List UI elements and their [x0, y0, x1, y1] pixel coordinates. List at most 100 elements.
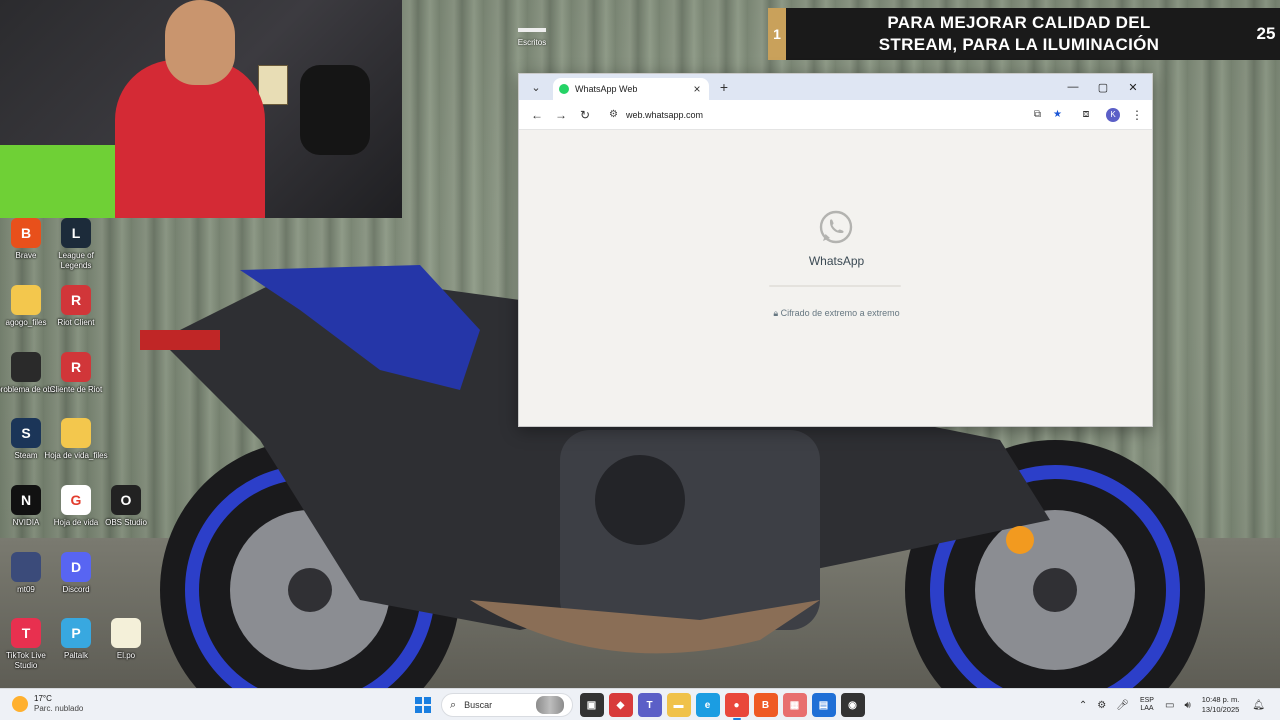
paltalk-icon: P — [61, 618, 91, 648]
tab-bar: ⌄ WhatsApp Web × + — ▢ ✕ — [519, 74, 1152, 100]
new-tab-button[interactable]: + — [715, 79, 733, 95]
taskbar-app-task-view-icon[interactable]: ▣ — [579, 693, 604, 717]
microphone-icon[interactable]: 🎤︎ — [1116, 700, 1129, 711]
desktop-icon-tiktok-live-studio[interactable]: T TikTok Live Studio — [0, 618, 52, 671]
nvidia-icon: N — [11, 485, 41, 515]
taskbar-app-obs-icon[interactable]: ◉ — [840, 693, 865, 717]
steam-icon: S — [11, 418, 41, 448]
tray-app-icon[interactable]: ⚙ — [1097, 700, 1106, 711]
search-placeholder: Buscar — [464, 700, 493, 710]
brave-icon: B — [11, 218, 41, 248]
lang-line-1: ESP — [1139, 697, 1154, 704]
taskbar-app-store-icon[interactable]: ▤ — [811, 693, 836, 717]
show-hidden-icons-icon[interactable]: ⌃ — [1079, 700, 1087, 711]
search-icon: ⌕ — [450, 698, 457, 711]
desktop-icon-discord[interactable]: D Discord — [50, 552, 102, 595]
desktop-icon-league-of-legends[interactable]: L League of Legends — [50, 218, 102, 271]
taskbar-app-chrome-icon[interactable]: ● — [724, 693, 749, 720]
obs-studio-icon: O — [111, 485, 141, 515]
weather-temp: 17°C — [34, 694, 52, 703]
close-window-button[interactable]: ✕ — [1118, 74, 1148, 100]
notifications-icon[interactable]: 🔔︎ — [1252, 700, 1265, 711]
tab-search-chevron-icon[interactable]: ⌄ — [525, 76, 547, 98]
browser-toolbar: ← → ↻ ⚙ web.whatsapp.com ⧉ ★ ⧈ K ⋮ — [519, 100, 1152, 130]
encryption-text: Cifrado de extremo a extremo — [780, 308, 900, 318]
banner-line-1: PARA MEJORAR CALIDAD DEL — [887, 13, 1151, 32]
reload-button[interactable]: ↻ — [573, 103, 597, 127]
tab-title: WhatsApp Web — [575, 84, 638, 94]
browser-menu-icon[interactable]: ⋮ — [1128, 108, 1146, 122]
webcam-overlay — [0, 0, 402, 218]
taskbar-app-edge-icon[interactable]: e — [695, 693, 720, 717]
clock[interactable]: 10:48 p. m. 13/10/2025 — [1202, 695, 1240, 715]
desktop-icon-obs-studio[interactable]: O OBS Studio — [100, 485, 152, 528]
whatsapp-favicon-icon — [559, 84, 569, 94]
weather-desc: Parc. nublado — [34, 704, 84, 713]
taskbar-search[interactable]: ⌕ Buscar — [441, 693, 573, 717]
desktop-icon-label: Escritos — [517, 38, 547, 47]
search-highlight-icon — [536, 696, 564, 714]
system-tray: ⌃ ⚙ 🎤︎ ESP LAA ▭ 🔊︎ 10:48 p. m. 13/10/20… — [1074, 689, 1270, 720]
lang-line-2: LAA — [1140, 705, 1154, 712]
tab-whatsapp-web[interactable]: WhatsApp Web × — [553, 78, 709, 100]
desktop-icon-label: Cliente de Riot — [49, 385, 103, 394]
weather-widget[interactable]: 17°C Parc. nublado — [12, 694, 83, 714]
site-info-icon[interactable]: ⚙ — [609, 109, 618, 120]
window-controls: — ▢ ✕ — [1058, 74, 1148, 100]
whatsapp-title: WhatsApp — [808, 254, 865, 268]
desktop-icon-label: El.po — [116, 651, 136, 660]
desktop-icon-cliente-de-riot[interactable]: R Cliente de Riot — [50, 352, 102, 395]
profile-avatar[interactable]: K — [1106, 107, 1120, 122]
desktop-icon-label: Discord — [62, 585, 90, 594]
volume-icon[interactable]: 🔊︎ — [1184, 700, 1190, 711]
desktop-icon-riot-client[interactable]: R Riot Client — [50, 285, 102, 328]
maximize-button[interactable]: ▢ — [1088, 74, 1118, 100]
desktop-icon-el-po[interactable]: El.po — [100, 618, 152, 661]
problema-de-obs-icon — [11, 352, 41, 382]
loading-progress-bar — [769, 285, 901, 287]
install-app-icon[interactable]: ⧉ — [1034, 109, 1041, 120]
riot-client-icon: R — [61, 285, 91, 315]
tab-close-icon[interactable]: × — [691, 82, 703, 96]
minimize-button[interactable]: — — [1058, 74, 1088, 100]
url-text[interactable]: web.whatsapp.com — [626, 110, 1022, 120]
taskbar-app-photos-icon[interactable]: ▦ — [782, 693, 807, 717]
desktop-icon-label: OBS Studio — [105, 518, 147, 527]
clock-time: 10:48 p. m. — [1201, 695, 1240, 704]
tiktok-live-studio-icon: T — [11, 618, 41, 648]
banner-left-number: 1 — [768, 8, 786, 60]
taskbar-app-pdf-app-icon[interactable]: ◆ — [608, 693, 633, 717]
weather-icon — [12, 696, 28, 712]
browser-window: ⌄ WhatsApp Web × + — ▢ ✕ ← → ↻ ⚙ web.wha… — [518, 73, 1153, 427]
lock-icon: 🔒︎ — [773, 308, 779, 318]
extensions-icon[interactable]: ⧈ — [1074, 108, 1098, 121]
agogo-files-icon — [11, 285, 41, 315]
hoja-de-vida-files-icon — [61, 418, 91, 448]
stream-goal-banner: 1 PARA MEJORAR CALIDAD DEL STREAM, PARA … — [768, 8, 1280, 60]
hoja-de-vida-icon: G — [61, 485, 91, 515]
mt09-icon — [11, 552, 41, 582]
escritos-icon — [518, 28, 546, 32]
taskbar-apps: ⌕ Buscar ▣ ◆ T ▬ e ● B ▦ ▤ ◉ — [408, 693, 867, 720]
desktop-icon-hoja-de-vida-files[interactable]: Hoja de vida_files — [44, 418, 108, 461]
cliente-de-riot-icon: R — [61, 352, 91, 382]
back-button[interactable]: ← — [525, 103, 549, 127]
network-icon[interactable]: ▭ — [1165, 700, 1174, 711]
desktop-icon-escritos[interactable]: Escritos — [512, 28, 552, 47]
taskbar-app-file-explorer-icon[interactable]: ▬ — [666, 693, 691, 717]
microphone-image — [300, 65, 370, 155]
forward-button[interactable]: → — [549, 103, 573, 127]
address-bar[interactable]: ⚙ web.whatsapp.com ⧉ ★ — [601, 103, 1070, 126]
banner-text: PARA MEJORAR CALIDAD DEL STREAM, PARA LA… — [786, 12, 1252, 56]
bookmark-star-icon[interactable]: ★ — [1053, 109, 1062, 120]
start-button[interactable] — [411, 693, 435, 717]
language-indicator[interactable]: ESP LAA — [1140, 697, 1154, 713]
pinned-apps: ▣ ◆ T ▬ e ● B ▦ ▤ ◉ — [577, 693, 867, 720]
taskbar-app-teams-icon[interactable]: T — [637, 693, 662, 717]
league-of-legends-icon: L — [61, 218, 91, 248]
taskbar-app-brave-icon[interactable]: B — [753, 693, 778, 717]
desktop-icon-label: League of Legends — [58, 251, 94, 270]
encryption-note: 🔒︎ Cifrado de extremo a extremo — [519, 308, 1154, 319]
banner-right-number: 25 — [1256, 24, 1276, 43]
whatsapp-logo-icon — [819, 210, 853, 244]
